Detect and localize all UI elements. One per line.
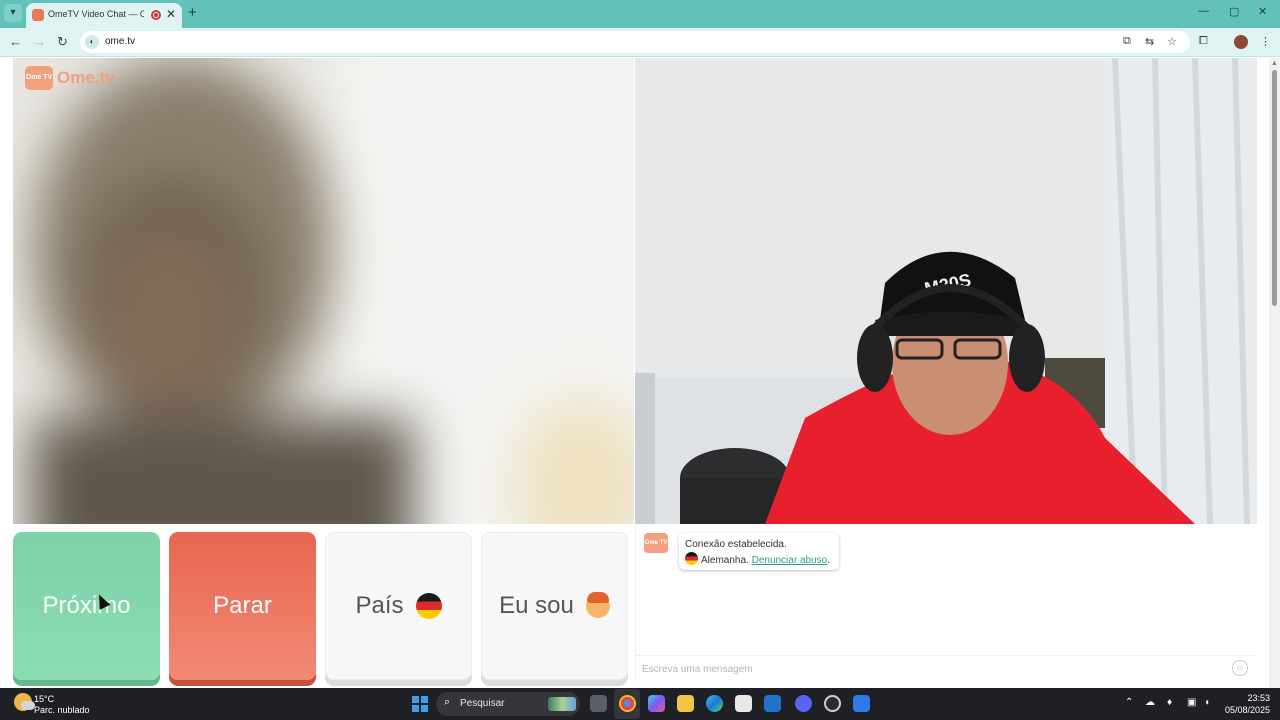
taskbar-search-placeholder: Pesquisar bbox=[460, 698, 505, 709]
ometv-favicon-icon bbox=[32, 9, 44, 21]
start-button[interactable] bbox=[412, 696, 428, 712]
bookmark-star-icon[interactable]: ☆ bbox=[1167, 35, 1177, 48]
stop-button[interactable]: Parar bbox=[169, 532, 316, 680]
microsoft-store-icon[interactable] bbox=[735, 695, 752, 712]
chat-message-input[interactable] bbox=[642, 660, 1222, 678]
next-button[interactable]: Próximo bbox=[13, 532, 160, 680]
browser-tab[interactable]: OmeTV Video Chat — Ome ✕ bbox=[26, 3, 182, 28]
boy-face-icon bbox=[585, 592, 610, 618]
scrollbar-thumb[interactable] bbox=[1272, 70, 1277, 306]
onedrive-icon[interactable]: ☁ bbox=[1145, 697, 1155, 708]
germany-flag-icon bbox=[415, 593, 442, 619]
network-icon[interactable]: ▣ bbox=[1187, 697, 1196, 708]
outlook-icon[interactable] bbox=[764, 695, 781, 712]
start-tile bbox=[421, 696, 428, 703]
start-tile bbox=[421, 705, 428, 712]
back-button[interactable]: ← bbox=[9, 34, 22, 49]
install-app-icon[interactable]: ⧉ bbox=[1123, 35, 1131, 48]
chrome-icon[interactable] bbox=[619, 695, 636, 712]
url-input[interactable]: ◐ ome.tv ⧉ ⇆ ☆ bbox=[80, 31, 1190, 53]
site-info-icon[interactable]: ◐ bbox=[85, 35, 99, 49]
translate-icon[interactable]: ⇆ bbox=[1145, 35, 1154, 48]
weather-temperature[interactable]: 15°C bbox=[34, 694, 54, 704]
browser-menu-icon[interactable]: ⋮ bbox=[1260, 35, 1271, 48]
stranger-country: Alemanha. bbox=[701, 555, 749, 566]
stranger-country-line: Alemanha. Denunciar abuso. bbox=[685, 552, 833, 568]
maximize-button[interactable]: ▢ bbox=[1229, 5, 1239, 18]
ometv-logo-badge: Ome TV bbox=[25, 66, 53, 90]
ometv-logo-text: Ome.tv bbox=[57, 68, 115, 87]
clock-date[interactable]: 05/08/2025 bbox=[1222, 705, 1270, 715]
recording-indicator-icon bbox=[151, 10, 161, 20]
show-hidden-icons-icon[interactable]: ⌃ bbox=[1125, 697, 1133, 708]
tab-search-menu-icon[interactable]: ▾ bbox=[4, 4, 22, 22]
edge-icon[interactable] bbox=[706, 695, 723, 712]
microphone-icon[interactable]: ♦ bbox=[1167, 697, 1172, 708]
close-window-button[interactable]: ✕ bbox=[1258, 5, 1267, 18]
url-text: ome.tv bbox=[105, 36, 136, 47]
connection-status: Conexão estabelecida. bbox=[685, 539, 787, 550]
taskbar-search[interactable]: ⌕ Pesquisar bbox=[436, 692, 580, 716]
reload-button[interactable]: ↻ bbox=[57, 34, 68, 50]
profile-avatar[interactable] bbox=[1234, 35, 1248, 49]
ometv-logo[interactable]: Ome TV Ome.tv bbox=[25, 66, 115, 90]
start-tile bbox=[412, 696, 419, 703]
ometv-chat-avatar: Ome TV bbox=[644, 533, 668, 553]
chat-input-row: ☺ bbox=[636, 655, 1258, 681]
gender-button[interactable]: Eu sou bbox=[481, 532, 628, 680]
self-camera-video: M20S bbox=[635, 58, 1257, 524]
page-scrollbar[interactable]: ▲ bbox=[1269, 58, 1280, 688]
gender-button-label: Eu sou bbox=[499, 592, 574, 619]
next-button-label: Próximo bbox=[42, 592, 131, 619]
weather-description[interactable]: Parc. nublado bbox=[34, 705, 90, 715]
scroll-up-arrow-icon[interactable]: ▲ bbox=[1271, 60, 1278, 67]
new-tab-button[interactable]: + bbox=[188, 4, 197, 21]
stranger-video: Ome TV Ome.tv bbox=[13, 58, 634, 524]
tab-title: OmeTV Video Chat — Ome bbox=[48, 9, 144, 19]
windows-taskbar: 15°C Parc. nublado ⌕ Pesquisar ⌃ ☁ ♦ ▣ ◖… bbox=[0, 688, 1280, 720]
chat-panel: Ome TV Conexão estabelecida. Alemanha. D… bbox=[635, 525, 1258, 681]
search-highlight-icon bbox=[548, 697, 576, 711]
forward-button[interactable]: → bbox=[33, 34, 46, 49]
address-bar-row: ← → ↻ ◐ ome.tv ⧉ ⇆ ☆ ⧠ ⋮ bbox=[0, 28, 1280, 57]
report-abuse-link[interactable]: Denunciar abuso bbox=[752, 555, 828, 566]
app-icon[interactable] bbox=[824, 695, 841, 712]
weather-icon[interactable] bbox=[14, 693, 35, 711]
country-button-label: País bbox=[355, 592, 404, 619]
minimize-button[interactable]: — bbox=[1198, 5, 1209, 17]
task-view-icon[interactable] bbox=[590, 695, 607, 712]
stop-button-label: Parar bbox=[213, 592, 272, 619]
ometv-page: Ome TV Ome.tv M20S ▲ Próximo Parar País … bbox=[0, 58, 1280, 688]
germany-flag-icon bbox=[685, 552, 698, 565]
browser-tab-strip: ▾ OmeTV Video Chat — Ome ✕ + — ▢ ✕ bbox=[0, 0, 1280, 28]
file-explorer-icon[interactable] bbox=[677, 695, 694, 712]
start-tile bbox=[412, 705, 419, 712]
emoji-icon[interactable]: ☺ bbox=[1232, 660, 1248, 676]
country-button[interactable]: País bbox=[325, 532, 472, 680]
screen-app-icon[interactable] bbox=[853, 695, 870, 712]
blurred-video-frame bbox=[13, 58, 634, 524]
extensions-icon[interactable]: ⧠ bbox=[1199, 35, 1208, 48]
report-suffix: . bbox=[827, 555, 830, 566]
discord-icon[interactable] bbox=[795, 695, 812, 712]
system-message: Conexão estabelecida. Alemanha. Denuncia… bbox=[679, 533, 839, 570]
clock-time[interactable]: 23:53 bbox=[1240, 693, 1270, 703]
tab-close-button[interactable]: ✕ bbox=[166, 7, 176, 21]
camera-frame: M20S bbox=[635, 58, 1257, 524]
search-icon: ⌕ bbox=[444, 696, 451, 708]
copilot-icon[interactable] bbox=[648, 695, 665, 712]
volume-icon[interactable]: ◖ bbox=[1204, 697, 1210, 708]
